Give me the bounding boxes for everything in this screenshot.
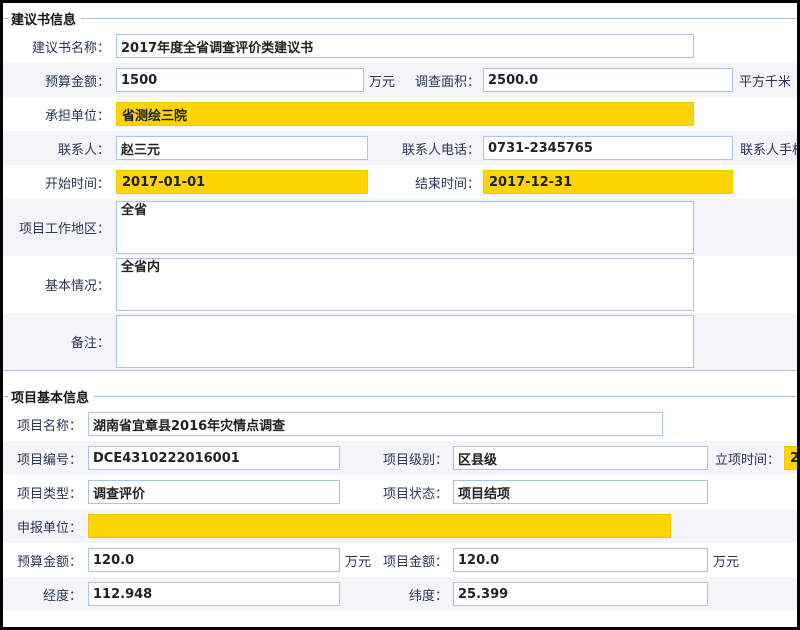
form-window: 建议书信息 建议书名称： 预算金额： 万元 调查面积： 平方千米 承担单位： 省… <box>0 0 800 630</box>
project-amount-label: 项目金额： <box>383 543 448 577</box>
proposal-info-section: 建议书信息 建议书名称： 预算金额： 万元 调查面积： 平方千米 承担单位： 省… <box>3 7 797 371</box>
project-amount-unit: 万元 <box>713 543 739 577</box>
basic-info-row: 基本情况： 全省内 <box>3 256 797 313</box>
form-content: 建议书信息 建议书名称： 预算金额： 万元 调查面积： 平方千米 承担单位： 省… <box>3 3 797 627</box>
section-gap <box>3 371 797 385</box>
budget-area-row: 预算金额： 万元 调查面积： 平方千米 <box>3 63 797 97</box>
coordinates-row: 经度： 纬度： <box>3 577 797 611</box>
project-code-label: 项目编号： <box>3 441 82 475</box>
project-status-label: 项目状态： <box>340 475 448 509</box>
start-time-field[interactable]: 2017-01-01 <box>116 170 368 194</box>
undertaker-field[interactable]: 省测绘三院 <box>116 102 694 126</box>
longitude-label: 经度： <box>3 577 82 611</box>
declare-unit-field[interactable] <box>88 514 671 538</box>
end-time-label: 结束时间： <box>368 165 480 199</box>
work-area-row: 项目工作地区： 全省 <box>3 199 797 256</box>
contact-row: 联系人： 联系人电话： 联系人手机 <box>3 131 797 165</box>
project-code-input[interactable] <box>88 446 340 470</box>
project-name-row: 项目名称： <box>3 407 797 441</box>
fieldset-line-right <box>94 396 797 397</box>
proposal-name-label: 建议书名称： <box>3 29 110 63</box>
contact-mobile-label: 联系人手机 <box>740 131 800 165</box>
start-time-label: 开始时间： <box>3 165 110 199</box>
contact-input[interactable] <box>116 136 368 160</box>
contact-label: 联系人： <box>3 131 110 165</box>
declare-unit-row: 申报单位： <box>3 509 797 543</box>
project-budget-row: 预算金额： 万元 项目金额： 万元 <box>3 543 797 577</box>
project-budget-label: 预算金额： <box>3 543 82 577</box>
fieldset-line-right <box>81 18 797 19</box>
proposal-section-legend: 建议书信息 <box>3 7 797 29</box>
project-type-input[interactable] <box>88 480 340 504</box>
work-area-label: 项目工作地区： <box>3 199 110 256</box>
undertaker-row: 承担单位： 省测绘三院 <box>3 97 797 131</box>
time-row: 开始时间： 2017-01-01 结束时间： 2017-12-31 <box>3 165 797 199</box>
remark-label: 备注： <box>3 313 110 370</box>
project-code-row: 项目编号： 项目级别： 立项时间： 2 <box>3 441 797 475</box>
project-level-input[interactable] <box>453 446 708 470</box>
longitude-input[interactable] <box>88 582 340 606</box>
project-budget-input[interactable] <box>88 548 340 572</box>
end-time-field[interactable]: 2017-12-31 <box>483 170 733 194</box>
approval-time-label: 立项时间： <box>708 441 780 475</box>
project-level-label: 项目级别： <box>340 441 448 475</box>
proposal-name-input[interactable] <box>116 34 694 58</box>
survey-area-input[interactable] <box>483 68 733 92</box>
project-section-title: 项目基本信息 <box>8 387 94 406</box>
work-area-textarea[interactable]: 全省 <box>116 201 694 254</box>
project-info-section: 项目基本信息 项目名称： 项目编号： 项目级别： 立项时间： 2 项目类型： 项… <box>3 371 797 611</box>
latitude-label: 纬度： <box>340 577 448 611</box>
latitude-input[interactable] <box>453 582 708 606</box>
proposal-budget-label: 预算金额： <box>3 63 110 97</box>
project-status-input[interactable] <box>453 480 708 504</box>
project-name-label: 项目名称： <box>3 407 82 441</box>
proposal-name-row: 建议书名称： <box>3 29 797 63</box>
project-amount-input[interactable] <box>453 548 708 572</box>
project-section-legend: 项目基本信息 <box>3 385 797 407</box>
survey-area-label: 调查面积： <box>368 63 480 97</box>
basic-info-textarea[interactable]: 全省内 <box>116 258 694 311</box>
contact-phone-input[interactable] <box>483 136 733 160</box>
declare-unit-label: 申报单位： <box>3 509 82 543</box>
basic-info-label: 基本情况： <box>3 256 110 313</box>
undertaker-label: 承担单位： <box>3 97 110 131</box>
proposal-section-title: 建议书信息 <box>8 9 81 28</box>
survey-area-unit: 平方千米 <box>739 63 791 97</box>
remark-textarea[interactable] <box>116 315 694 368</box>
project-type-label: 项目类型： <box>3 475 82 509</box>
project-type-row: 项目类型： 项目状态： <box>3 475 797 509</box>
project-budget-unit: 万元 <box>345 543 371 577</box>
project-name-input[interactable] <box>88 412 663 436</box>
approval-time-field[interactable]: 2 <box>784 446 800 470</box>
contact-phone-label: 联系人电话： <box>368 131 480 165</box>
remark-row: 备注： <box>3 313 797 371</box>
proposal-budget-input[interactable] <box>116 68 364 92</box>
